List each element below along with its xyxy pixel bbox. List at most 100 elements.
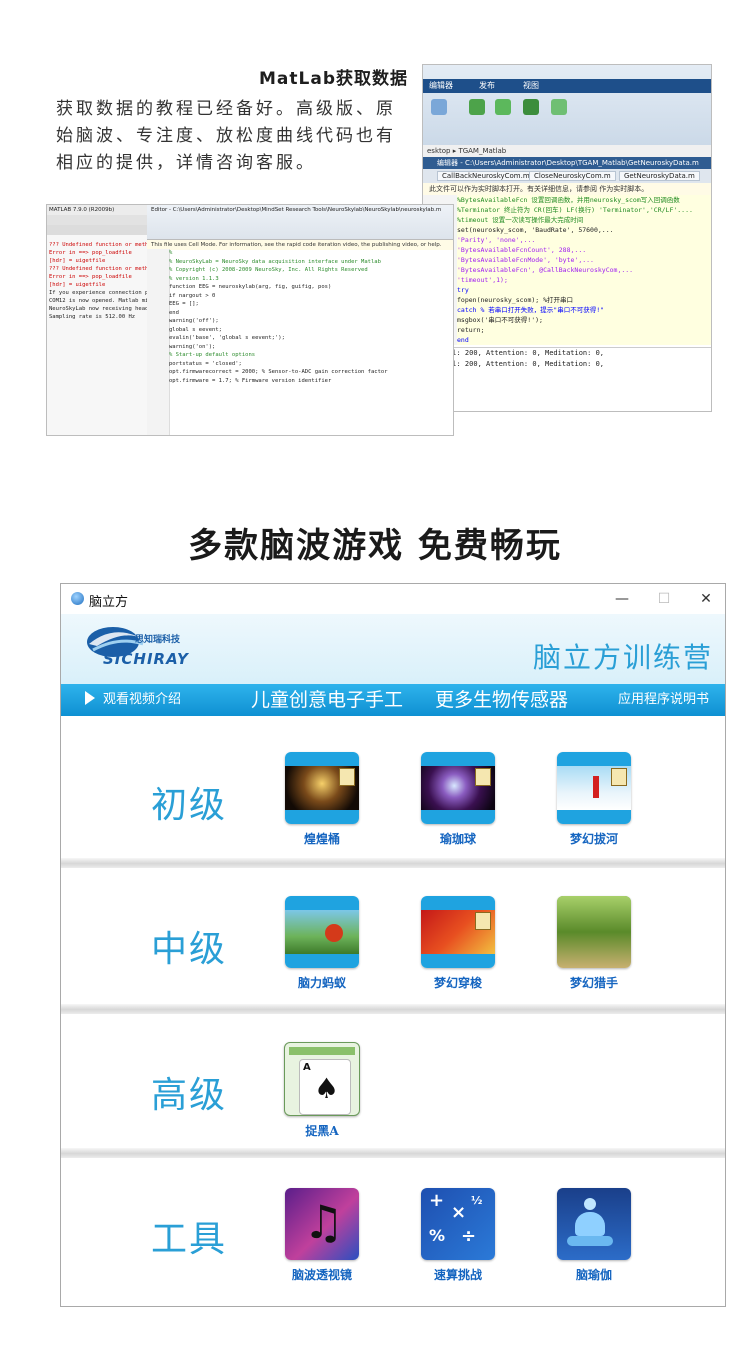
game-icon: [285, 896, 359, 968]
ribbon-tab[interactable]: 发布: [479, 80, 495, 91]
game-tile[interactable]: 梦幻穿梭: [413, 896, 503, 991]
code-line: %: [169, 250, 173, 256]
file-tab[interactable]: GetNeuroskyData.m: [619, 171, 700, 181]
live-script-notice: 此文件可以作为实时脚本打开。有关详细信息，请参阅 作为实时脚本。: [423, 183, 711, 195]
run-section-icon[interactable]: [495, 99, 511, 115]
ribbon-button-icon[interactable]: [431, 99, 447, 115]
code-line: catch % 若串口打开失败，提示"串口不可获得!": [457, 306, 605, 314]
editor-title: 编辑器 - C:\Users\Administrator\Desktop\TGA…: [423, 157, 711, 169]
file-tabs: CallBackNeuroskyCom.m CloseNeuroskyCom.m…: [423, 169, 711, 183]
ribbon-tab[interactable]: 视图: [523, 80, 539, 91]
cmd-line: If you experience connection pro: [49, 290, 155, 296]
game-tile[interactable]: 脑瑜伽: [549, 1188, 639, 1283]
nav-sensors-link[interactable]: 更多生物传感器: [435, 684, 568, 716]
editor-toolbar: Editor - C:\Users\Administrator\Desktop\…: [147, 205, 453, 240]
nav-manual-link[interactable]: 应用程序说明书: [618, 684, 709, 716]
code-line: 'BytesAvailableFcn', @CallBackNeuroskyCo…: [457, 266, 634, 274]
code-line: set(neurosky_scom, 'BaudRate', 57600,...: [457, 226, 614, 234]
matlab-toolbar: [47, 225, 147, 235]
game-label: 煌煌桶: [303, 832, 340, 846]
code-line: %Terminator 终止符为 CR(回车) LF(换行) 'Terminat…: [457, 206, 693, 214]
game-tile[interactable]: ♫ 脑波透视镜: [277, 1188, 367, 1283]
game-label: 瑜珈球: [439, 832, 476, 846]
window-title: 脑立方: [89, 595, 129, 610]
file-tab[interactable]: CloseNeuroskyCom.m: [529, 171, 616, 181]
code-line: msgbox('串口不可获得!');: [457, 316, 543, 324]
code-line: opt.firmware = 1.7; % Firmware version i…: [169, 377, 332, 384]
file-tab[interactable]: CallBackNeuroskyCom.m: [437, 171, 535, 181]
code-line: fopen(neurosky_scom); %打开串口: [457, 296, 574, 304]
game-label: 脑瑜伽: [575, 1268, 612, 1282]
run-time-icon[interactable]: [551, 99, 567, 115]
code-line: 'BytesAvailableFcnMode', 'byte',...: [457, 256, 594, 264]
game-tile[interactable]: 瑜珈球: [413, 752, 503, 847]
matlab-screenshot-left: MATLAB 7.9.0 (R2009b) ??? Undefined func…: [46, 204, 454, 436]
command-window[interactable]: riginal: 200, Attention: 0, Meditation: …: [423, 347, 711, 411]
music-note-icon: ♫: [285, 1188, 359, 1260]
game-label: 梦幻穿梭: [433, 976, 482, 990]
game-icon: [557, 752, 631, 824]
code-line: %BytesAvailableFcn 设置回调函数，并用neurosky_sco…: [457, 196, 680, 204]
code-line: % Start-up default options: [169, 352, 256, 358]
nav-craft-link[interactable]: 儿童创意电子手工: [251, 684, 403, 716]
code-line: warning('off');: [169, 318, 219, 324]
cmd-line: Error in ==> pop_loadfile: [49, 274, 132, 280]
watch-video-link[interactable]: 观看视频介绍: [85, 684, 181, 716]
logo-subtext: 思知瑞科技: [135, 635, 181, 645]
code-line: EEG = [];: [169, 301, 199, 307]
logo-text: SICHIRAY: [103, 650, 189, 668]
code-line: % NeuroSkyLab = NeuroSky data acquisitio…: [169, 258, 381, 265]
minimize-button[interactable]: —: [605, 588, 639, 610]
math-icon: + × ½ % ÷: [421, 1188, 495, 1260]
matlab-editor[interactable]: Editor - C:\Users\Administrator\Desktop\…: [147, 205, 453, 435]
cmd-line: Sampling rate is 512.00 Hz: [49, 314, 136, 320]
matlab-menubar: [47, 215, 147, 225]
level-divider: [61, 1148, 725, 1158]
game-tile[interactable]: 脑力蚂蚁: [277, 896, 367, 991]
game-label: 脑波透视镜: [291, 1268, 352, 1282]
game-icon: [421, 752, 495, 824]
code-line: portstatus = 'closed';: [169, 360, 242, 367]
ribbon-tab[interactable]: 编辑器: [429, 80, 453, 91]
code-line: function EEG = neuroskylab(arg, fig, gui…: [169, 284, 332, 290]
code-editor[interactable]: %BytesAvailableFcn 设置回调函数，并用neurosky_sco…: [457, 195, 711, 345]
level-label-intermediate: 中级: [151, 929, 228, 970]
game-label: 脑力蚂蚁: [297, 976, 346, 990]
cmd-line: COM12 is now opened. Matlab migh: [49, 298, 155, 304]
game-tile[interactable]: A ♠ 捉黑A: [277, 1042, 367, 1139]
matlab-app-title: MATLAB 7.9.0 (R2009b): [47, 205, 147, 215]
title-bar: 脑立方 — ☐ ✕: [61, 584, 725, 614]
game-icon: [421, 896, 495, 968]
cmd-line: [hdr] = uigetfile: [49, 258, 106, 264]
run-icon[interactable]: [469, 99, 485, 115]
game-tile[interactable]: 煌煌桶: [277, 752, 367, 847]
game-tile[interactable]: + × ½ % ÷ 速算挑战: [413, 1188, 503, 1283]
game-list: 初级 煌煌桶 瑜珈球 梦幻拔河 中级 脑力蚂蚁 梦幻穿梭 梦幻猎手 高级 A ♠…: [61, 716, 725, 1306]
cmd-line: Error in ==> pop_loadfile: [49, 250, 132, 256]
code-line: return;: [457, 326, 485, 334]
code-line: 'timeout',1);: [457, 276, 508, 284]
ribbon-tabs: 编辑器 发布 视图: [423, 79, 711, 93]
nav-bar: 观看视频介绍 儿童创意电子手工 更多生物传感器 应用程序说明书: [61, 684, 725, 716]
code-line: % version 1.1.3: [169, 275, 219, 282]
game-label: 梦幻猎手: [569, 976, 618, 990]
cmd-line: ??? Undefined function or method: [49, 266, 155, 272]
watch-video-label: 观看视频介绍: [103, 692, 182, 707]
game-tile[interactable]: 梦幻猎手: [549, 896, 639, 991]
game-tile[interactable]: 梦幻拔河: [549, 752, 639, 847]
maximize-button[interactable]: ☐: [647, 588, 681, 610]
matlab-description: 获取数据的教程已经备好。高级版、原始脑波、专注度、放松度曲线代码也有相应的提供，…: [56, 99, 396, 173]
game-icon: [285, 752, 359, 824]
matlab-ribbon: 编辑器 发布 视图: [423, 65, 711, 146]
matlab-screenshot-right: 编辑器 发布 视图 esktop ▸ TGAM_Matlab 编辑器 - C:\…: [422, 64, 712, 412]
editor-body: % % NeuroSkyLab = NeuroSky data acquisit…: [169, 249, 453, 435]
code-line: 'Parity', 'none',...: [457, 236, 536, 244]
section-title: 多款脑波游戏 免费畅玩: [188, 526, 562, 566]
game-icon: [557, 896, 631, 968]
close-button[interactable]: ✕: [689, 588, 723, 610]
code-line: warning('on');: [169, 343, 216, 350]
level-label-advanced: 高级: [151, 1075, 228, 1116]
brand-title: 脑立方训练营: [532, 641, 713, 674]
run-advance-icon[interactable]: [523, 99, 539, 115]
code-line: evalin('base', 'global s eevent;');: [169, 335, 285, 341]
